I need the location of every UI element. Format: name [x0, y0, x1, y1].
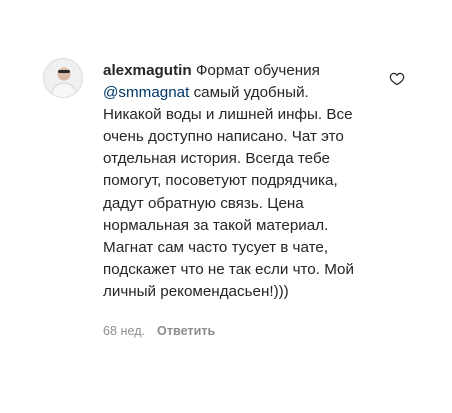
comment-username[interactable]: alexmagutin — [103, 62, 192, 79]
heart-outline-icon[interactable] — [389, 71, 405, 87]
comment-mention-link[interactable]: @smmagnat — [103, 84, 189, 101]
avatar[interactable] — [43, 58, 83, 98]
comment-text: alexmagutin Формат обучения @smmagnat са… — [103, 60, 368, 303]
avatar-image — [44, 59, 82, 97]
comment-text-after-mention: самый удобный. Никакой воды и лишней инф… — [103, 84, 354, 300]
comment-timestamp[interactable]: 68 нед. — [103, 324, 145, 338]
comment-text-before-mention: Формат обучения — [195, 62, 320, 79]
comment-meta: 68 нед. Ответить — [103, 324, 368, 338]
comment-body: alexmagutin Формат обучения @smmagnat са… — [103, 60, 368, 338]
reply-button[interactable]: Ответить — [157, 324, 215, 338]
